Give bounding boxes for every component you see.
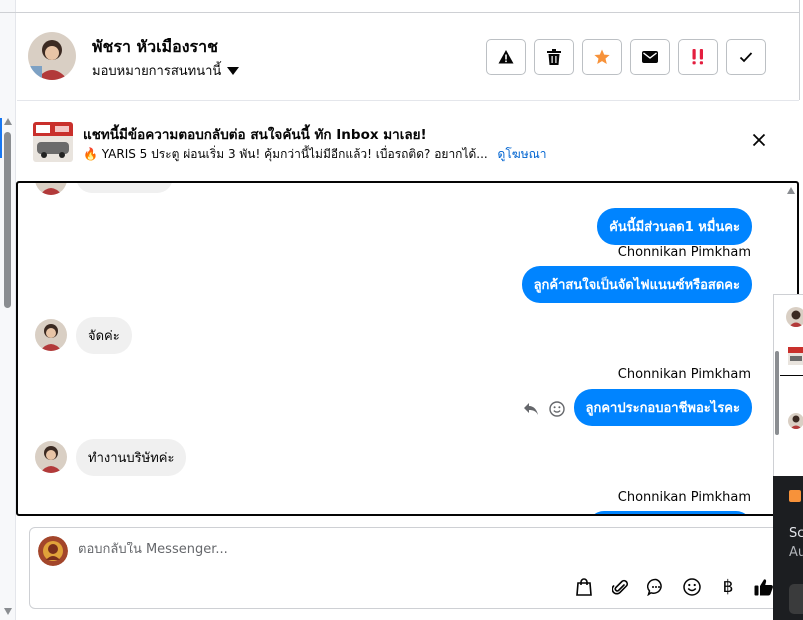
toast-title: Sc [789,526,803,541]
conversation-header: พัชรา หัวเมืองราช มอบหมายการสนทนานี้ [17,13,799,101]
active-indicator [0,118,2,158]
thread-scroll-up-icon[interactable] [787,187,795,194]
warning-icon [498,50,514,64]
message-bubble-incoming[interactable]: ทำงานบริษัทค่ะ [76,439,187,476]
ad-subtitle: 🔥 YARIS 5 ประตู ผ่อนเริ่ม 3 พัน! คุ้มกว่… [83,147,488,161]
emoji-icon[interactable] [681,576,703,598]
priority-button[interactable] [678,39,718,75]
message-bubble-incoming-clipped [76,183,173,193]
ad-thumbnail[interactable] [33,122,73,162]
side-popup-overlay: Sc Au [773,294,803,620]
delete-button[interactable] [534,39,574,75]
attachment-icon[interactable] [609,576,631,598]
currency-symbol: ฿ [722,577,734,597]
reply-input[interactable] [78,542,678,557]
reply-icon[interactable] [523,402,539,416]
trash-icon [547,49,561,65]
ad-title: แชทนี้มีข้อความตอบกลับต่อ สนใจคันนี้ ทัก… [83,127,427,143]
popup-divider [780,375,803,376]
contact-avatar-small [35,441,67,473]
notification-toast[interactable]: Sc Au [773,476,803,620]
view-ad-link[interactable]: ดูโฆษณา [498,147,547,161]
exclamation-icon [692,49,703,65]
toast-subtitle: Au [789,545,803,560]
reply-composer: ฿ [29,527,789,609]
assign-conversation-dropdown[interactable]: มอบหมายการสนทนานี้ [92,60,240,81]
inbox-conversation-view: พัชรา หัวเมืองราช มอบหมายการสนทนานี้ แชท… [0,0,803,620]
popup-avatar [786,307,803,327]
app-icon [789,490,801,502]
report-button[interactable] [486,39,526,75]
message-bubble-outgoing[interactable]: ลูกค้าสนใจเป็นจัดไฟแนนซ์หรือสดคะ [521,266,752,303]
scroll-up-arrow-icon[interactable] [4,118,12,125]
ad-reply-banner: แชทนี้มีข้อความตอบกลับต่อ สนใจคันนี้ ทัก… [17,102,799,180]
popup-avatar-small [788,413,803,429]
close-icon[interactable] [752,133,766,147]
header-actions [486,39,766,75]
popup-scrollbar-thumb[interactable] [775,351,779,435]
message-bubble-outgoing-clipped [588,511,752,514]
check-icon [739,52,753,63]
star-icon [594,49,610,64]
toast-button[interactable] [789,584,803,614]
contact-name[interactable]: พัชรา หัวเมืองราช [92,35,218,60]
sender-name: Chonnikan Pimkham [617,367,751,382]
assign-label: มอบหมายการสนทนานี้ [92,64,222,79]
mark-done-button[interactable] [726,39,766,75]
scroll-down-arrow-icon[interactable] [4,608,12,615]
left-scrollbar[interactable] [0,0,16,620]
message-thread[interactable]: คันนี้มีส่วนลด1 หมื่นคะ Chonnikan Pimkha… [16,181,799,516]
mark-unread-button[interactable] [630,39,670,75]
shopping-bag-icon[interactable] [573,576,595,598]
popup-ad-thumbnail [788,347,803,365]
star-button[interactable] [582,39,622,75]
message-actions [523,401,565,417]
right-divider [799,0,800,100]
message-bubble-outgoing[interactable]: คันนี้มีส่วนลด1 หมื่นคะ [597,208,752,245]
sender-name: Chonnikan Pimkham [617,245,751,260]
thumbs-up-icon[interactable] [753,576,775,598]
contact-avatar-small [35,319,67,351]
saved-reply-icon[interactable] [645,576,667,598]
sender-name: Chonnikan Pimkham [617,490,751,505]
scrollbar-thumb[interactable] [4,132,11,308]
chevron-down-icon [227,66,240,75]
ad-subtitle-row: 🔥 YARIS 5 ประตู ผ่อนเริ่ม 3 พัน! คุ้มกว่… [83,145,546,164]
chat-list-popup[interactable] [773,294,803,478]
page-avatar [38,536,68,566]
payment-baht-icon[interactable]: ฿ [717,576,739,598]
react-emoji-icon[interactable] [549,401,565,417]
message-bubble-incoming[interactable]: จัดค่ะ [76,317,132,354]
envelope-icon [642,51,658,63]
contact-avatar[interactable] [28,32,76,80]
contact-avatar-small [35,183,67,195]
message-bubble-outgoing[interactable]: ลูกคาประกอบอาชีพอะไรคะ [573,389,752,426]
composer-tools: ฿ [573,576,775,598]
